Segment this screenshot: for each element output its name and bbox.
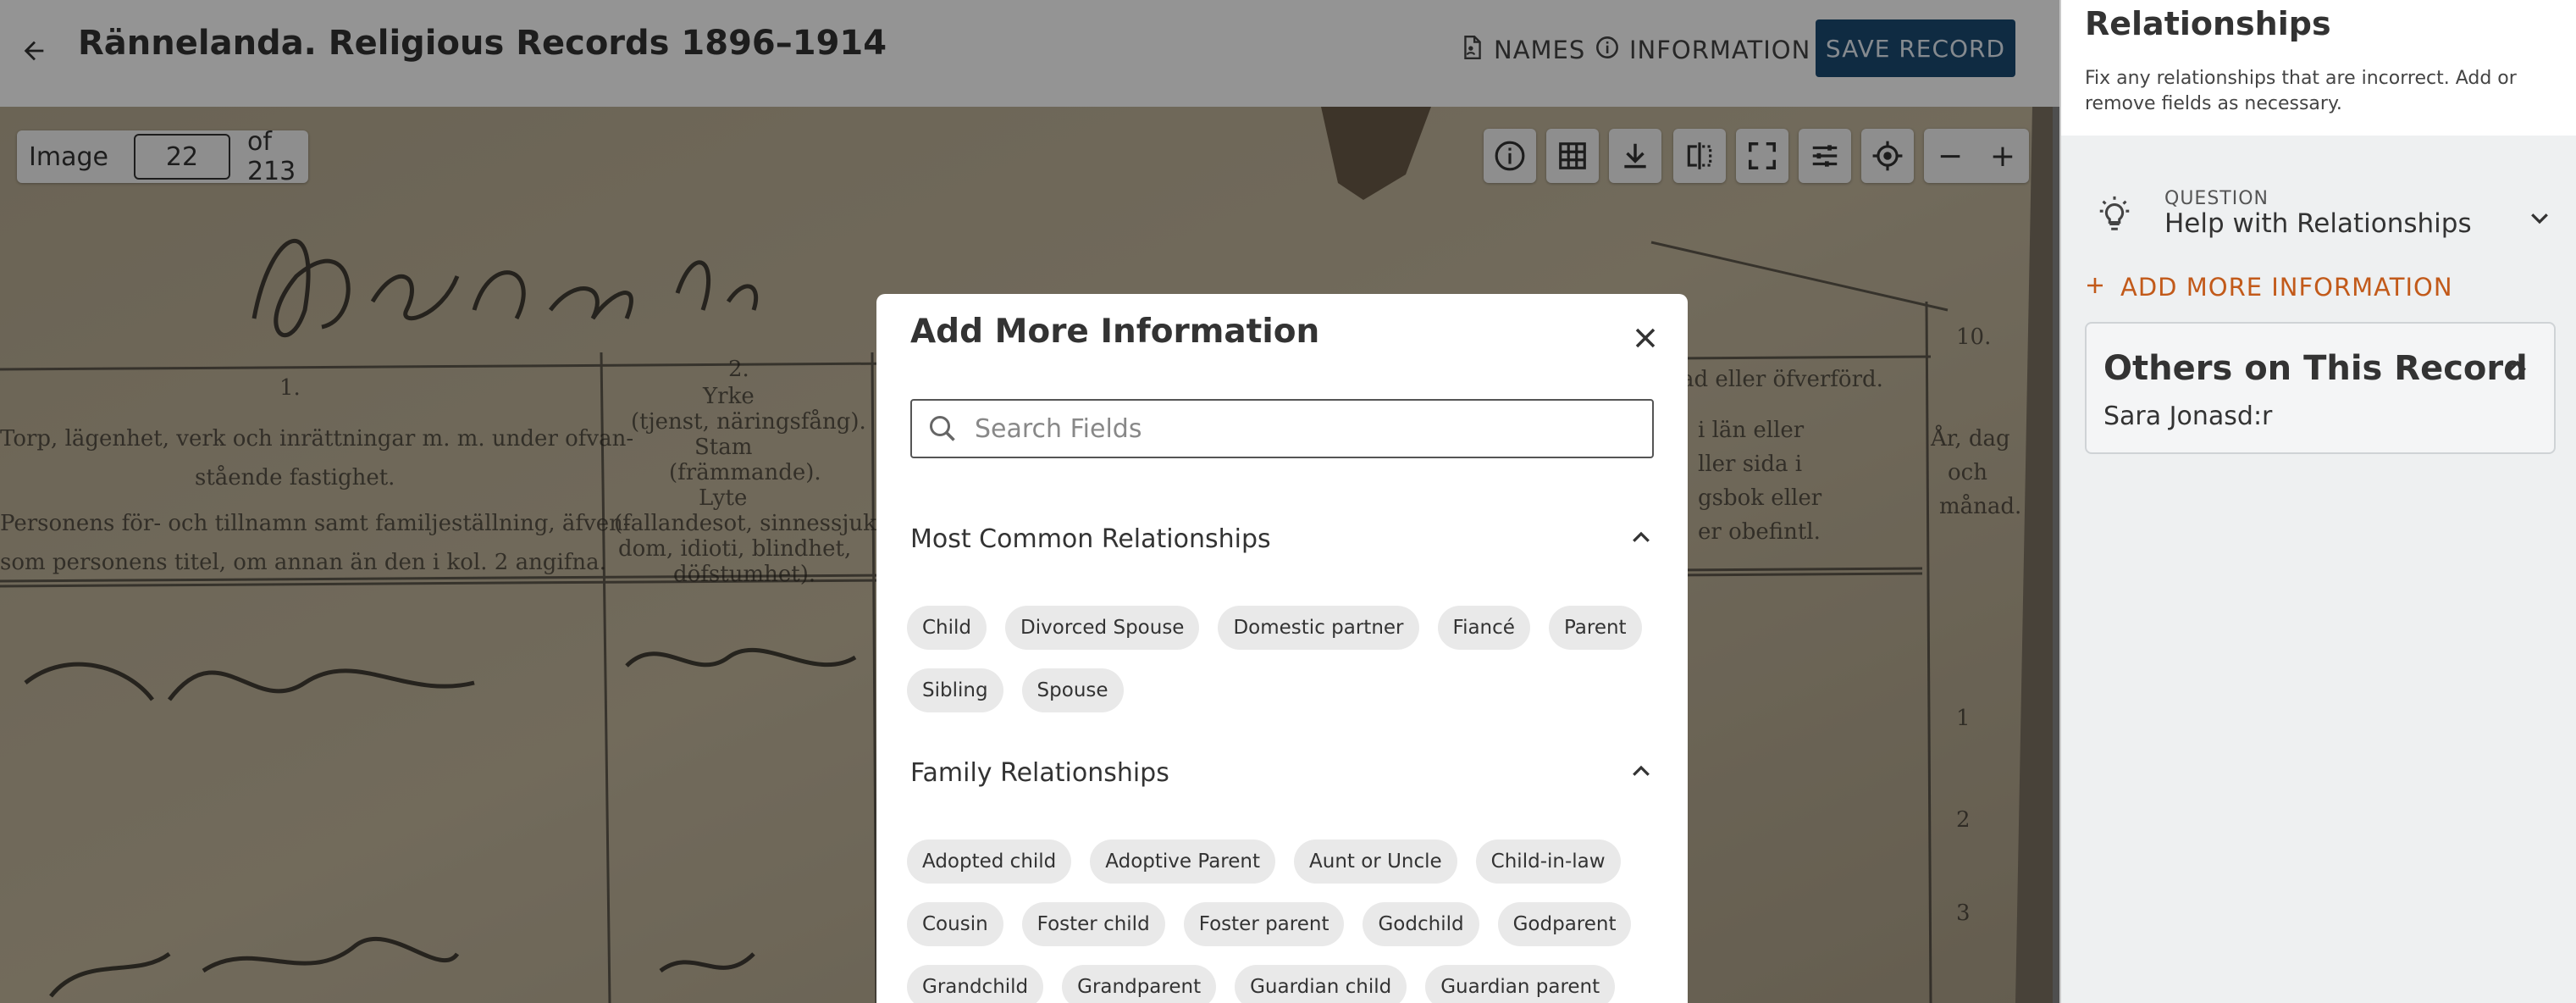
section-header-most-common[interactable]: Most Common Relationships [910,524,1654,554]
question-text: Help with Relationships [2164,208,2472,239]
chip-domestic-partner[interactable]: Domestic partner [1218,606,1419,650]
question-help-row[interactable]: QUESTION Help with Relationships [2061,169,2576,263]
others-on-record-card: Others on This Record Sara Jonasd:r [2085,322,2556,454]
other-person-link[interactable]: Sara Jonasd:r [2103,402,2272,431]
relationships-panel: Relationships Fix any relationships that… [2059,0,2576,1003]
chip-foster-child[interactable]: Foster child [1021,902,1165,946]
section-title: Family Relationships [910,758,1169,788]
chip-grandparent[interactable]: Grandparent [1062,965,1217,1003]
chip-divorced-spouse[interactable]: Divorced Spouse [1005,606,1200,650]
search-fields-input[interactable] [975,413,1635,444]
panel-description: Fix any relationships that are incorrect… [2085,68,2517,114]
chip-sibling[interactable]: Sibling [907,668,1003,712]
chip-spouse[interactable]: Spouse [1021,668,1124,712]
add-more-information-dialog: Add More Information Most Common Relatio… [876,294,1688,1003]
chip-godparent[interactable]: Godparent [1497,902,1632,946]
chip-parent[interactable]: Parent [1548,606,1642,650]
chip-child[interactable]: Child [907,606,987,650]
chip-child-in-law[interactable]: Child-in-law [1475,840,1621,884]
chip-godchild[interactable]: Godchild [1363,902,1479,946]
others-title: Others on This Record [2103,349,2528,388]
chip-adopted-child[interactable]: Adopted child [907,840,1072,884]
chevron-up-icon [1628,759,1654,788]
chip-grandchild[interactable]: Grandchild [907,965,1044,1003]
search-icon [927,412,961,446]
chip-group-family: Adopted child Adoptive Parent Aunt or Un… [907,840,1661,1003]
section-header-family[interactable]: Family Relationships [910,758,1654,788]
chip-group-most-common: Child Divorced Spouse Domestic partner F… [907,606,1661,712]
dialog-title: Add More Information [910,313,1320,351]
chip-cousin[interactable]: Cousin [907,902,1003,946]
chip-aunt-or-uncle[interactable]: Aunt or Uncle [1294,840,1457,884]
chip-foster-parent[interactable]: Foster parent [1183,902,1345,946]
question-label: QUESTION [2164,188,2269,209]
section-title: Most Common Relationships [910,524,1271,554]
chip-adoptive-parent[interactable]: Adoptive Parent [1090,840,1276,884]
plus-icon [2085,273,2105,302]
chip-fiance[interactable]: Fiancé [1437,606,1530,650]
search-fields-box [910,399,1654,458]
record-viewer-area: Rännelanda. Religious Records 1896–1914 … [0,0,2059,1003]
add-more-information-button[interactable]: ADD MORE INFORMATION [2085,273,2453,302]
lightbulb-icon [2095,195,2134,237]
chevron-up-icon[interactable] [2505,354,2530,383]
close-icon[interactable] [1622,314,1669,362]
chip-guardian-parent[interactable]: Guardian parent [1425,965,1616,1003]
panel-header: Relationships Fix any relationships that… [2061,0,2576,136]
chevron-up-icon [1628,525,1654,554]
chevron-down-icon [2527,205,2552,234]
panel-title: Relationships [2085,5,2331,42]
add-more-label: ADD MORE INFORMATION [2120,273,2453,302]
chip-guardian-child[interactable]: Guardian child [1235,965,1407,1003]
